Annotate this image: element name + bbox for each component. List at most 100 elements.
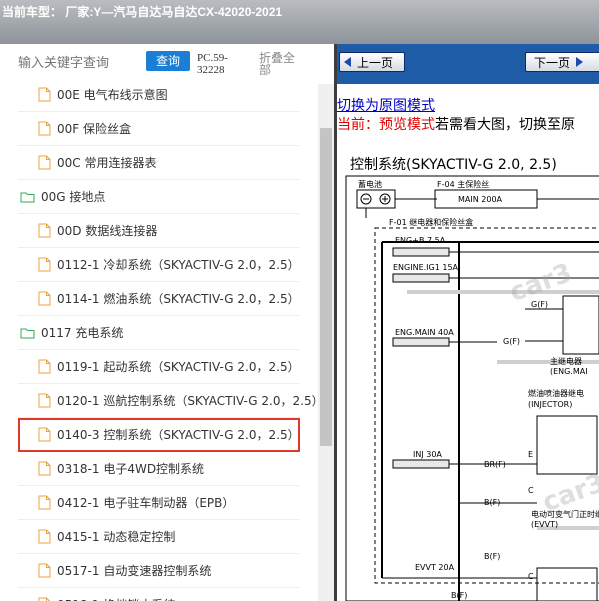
wire-grey-1: [407, 290, 599, 294]
tree-file-item[interactable]: 0112-1 冷却系统（SKYACTIV-G 2.0，2.5）: [18, 248, 300, 282]
left-panel: 查询 PC.59-32228 折叠全部 00E 电气布线示意图00F 保险丝盒0…: [0, 44, 334, 601]
tree-file-item[interactable]: 0120-1 巡航控制系统（SKYACTIV-G 2.0，2.5）: [18, 384, 318, 418]
viewer-panel: 上一页 下一页 切换为原图模式 当前：预览模式若需看大图，切换至原 控制系统(S…: [337, 44, 599, 601]
tree-item-label: 0517-1 自动变速器控制系统: [57, 564, 212, 578]
main-relay-box: [562, 295, 599, 355]
tree-item-label: 0412-1 电子驻车制动器（EPB）: [57, 496, 235, 510]
battery-symbol: [356, 189, 396, 209]
evvt-relay-box: [536, 567, 598, 601]
tree-item-label: 00G 接地点: [41, 190, 106, 204]
pc-code-text: PC.59-32228: [197, 52, 228, 76]
tree-scrollbar-thumb[interactable]: [320, 128, 332, 446]
tree-item-label: 00D 数据线连接器: [57, 224, 158, 238]
tree-file-item[interactable]: 00D 数据线连接器: [18, 214, 300, 248]
tree-item-label: 0120-1 巡航控制系统（SKYACTIV-G 2.0，2.5）: [57, 394, 318, 408]
fold-all-button[interactable]: 折叠全部: [259, 52, 303, 76]
window-title: 当前车型： 厂家:Y—汽马自达马自达CX-42020-2021: [2, 5, 283, 19]
search-bar: 查询 PC.59-32228 折叠全部: [0, 44, 334, 84]
injector-relay-box: [536, 415, 598, 475]
search-input[interactable]: [18, 54, 142, 72]
document-icon: [38, 563, 51, 578]
tree-file-item[interactable]: 0114-1 燃油系统（SKYACTIV-G 2.0，2.5）: [18, 282, 300, 316]
fuse-inj-label: INJ 30A: [413, 450, 442, 459]
tree-file-item[interactable]: 0318-1 电子4WD控制系统: [18, 452, 300, 486]
next-page-button[interactable]: 下一页: [525, 52, 599, 72]
tree-item-label: 00F 保险丝盒: [57, 122, 131, 136]
wire-brf-label: BR(F): [484, 460, 506, 469]
tree-item-label: 0518-1 换档锁止系统: [57, 596, 175, 601]
tree-item-label: 0140-3 控制系统（SKYACTIV-G 2.0，2.5）: [57, 428, 300, 442]
document-icon: [38, 393, 51, 408]
battery-label: 蓄电池: [358, 180, 382, 189]
fuse-inj: [392, 459, 450, 469]
tree-item-label: 00E 电气布线示意图: [57, 88, 168, 102]
tree-item-label: 0114-1 燃油系统（SKYACTIV-G 2.0，2.5）: [57, 292, 300, 306]
document-tree: 00E 电气布线示意图 00F 保险丝盒 00C 常用连接器表 00G 接地点 00D …: [0, 84, 318, 601]
prev-page-button[interactable]: 上一页: [339, 52, 405, 72]
document-icon: [38, 155, 51, 170]
document-icon: [38, 223, 51, 238]
main-relay-label: 主继电器: [550, 357, 582, 366]
tree-file-item[interactable]: 0140-3 控制系统（SKYACTIV-G 2.0，2.5）: [18, 418, 300, 452]
tree-file-item[interactable]: 0518-1 换档锁止系统: [18, 588, 300, 601]
title-bar: 当前车型： 厂家:Y—汽马自达马自达CX-42020-2021: [0, 0, 599, 44]
tree-file-item[interactable]: 0415-1 动态稳定控制: [18, 520, 300, 554]
document-icon: [38, 87, 51, 102]
injector-pin-e: E: [528, 450, 534, 459]
fuse-eng-b-label: ENG+B 7.5A: [395, 236, 446, 245]
fuse-engine-ig1: [392, 273, 450, 283]
evvt-relay-sub: (EVVT): [531, 520, 559, 529]
document-icon: [38, 359, 51, 374]
tree-file-item[interactable]: 00E 电气布线示意图: [18, 84, 300, 112]
wire-bf-label-1: B(F): [484, 498, 501, 507]
fuse-eng-b: [392, 247, 450, 257]
wire-grey-2: [497, 360, 599, 364]
mode-current-text: 当前：预览模式: [337, 117, 435, 133]
tree-folder-item[interactable]: 00G 接地点: [18, 180, 300, 214]
document-icon: [38, 291, 51, 306]
wiring-diagram: 控制系统(SKYACTIV-G 2.0, 2.5) 蓄电池 F-04 主保险丝 …: [337, 148, 599, 601]
tree-item-label: 0318-1 电子4WD控制系统: [57, 462, 205, 476]
main-fuse-label: F-04 主保险丝: [437, 180, 490, 189]
fuse-eng-main: [392, 337, 450, 347]
document-icon: [38, 495, 51, 510]
tree-item-label: 0117 充电系统: [41, 326, 124, 340]
tree-file-item[interactable]: 0119-1 起动系统（SKYACTIV-G 2.0，2.5）: [18, 350, 300, 384]
viewer-nav-strip: 上一页 下一页: [337, 44, 599, 84]
arrow-right-icon: [576, 57, 584, 67]
tree-item-label: 0112-1 冷却系统（SKYACTIV-G 2.0，2.5）: [57, 258, 300, 272]
next-page-label: 下一页: [534, 55, 571, 70]
mode-hint-text: 若需看大图，切换至原: [435, 117, 575, 133]
main-fuse-value: MAIN 200A: [458, 195, 503, 204]
mode-status: 当前：预览模式若需看大图，切换至原: [337, 114, 575, 134]
folder-icon: [20, 327, 35, 339]
document-icon: [38, 597, 51, 601]
tree-folder-item[interactable]: 0117 充电系统: [18, 316, 300, 350]
document-icon: [38, 121, 51, 136]
tree-item-label: 00C 常用连接器表: [57, 156, 157, 170]
main-relay-sub: (ENG.MAI: [550, 367, 588, 376]
tree-file-item[interactable]: 00C 常用连接器表: [18, 146, 300, 180]
document-icon: [38, 461, 51, 476]
fuse-engine-ig1-label: ENGINE.IG1 15A: [393, 263, 459, 272]
tree-file-item[interactable]: 0412-1 电子驻车制动器（EPB）: [18, 486, 300, 520]
tree-item-label: 0415-1 动态稳定控制: [57, 530, 176, 544]
injector-relay-label: 燃油喷油器继电: [528, 389, 584, 398]
injector-relay-sub: (INJECTOR): [528, 400, 573, 409]
wire-bf-label-3: B(F): [451, 591, 468, 600]
fuse-eng-main-label: ENG.MAIN 40A: [395, 328, 454, 337]
document-icon: [38, 427, 51, 442]
document-icon: [38, 257, 51, 272]
tree-file-item[interactable]: 0517-1 自动变速器控制系统: [18, 554, 300, 588]
diagram-title: 控制系统(SKYACTIV-G 2.0, 2.5): [350, 157, 557, 173]
tree-file-item[interactable]: 00F 保险丝盒: [18, 112, 300, 146]
prev-page-label: 上一页: [357, 55, 394, 70]
search-button[interactable]: 查询: [146, 51, 190, 71]
relay-box-label: F-01 继电器和保险丝盒: [389, 218, 474, 227]
injector-pin-c: C: [528, 486, 534, 495]
document-icon: [38, 529, 51, 544]
folder-icon: [20, 191, 35, 203]
evvt-pin-c: C: [528, 572, 534, 581]
arrow-left-icon: [344, 57, 351, 67]
switch-original-mode-link[interactable]: 切换为原图模式: [337, 95, 435, 115]
